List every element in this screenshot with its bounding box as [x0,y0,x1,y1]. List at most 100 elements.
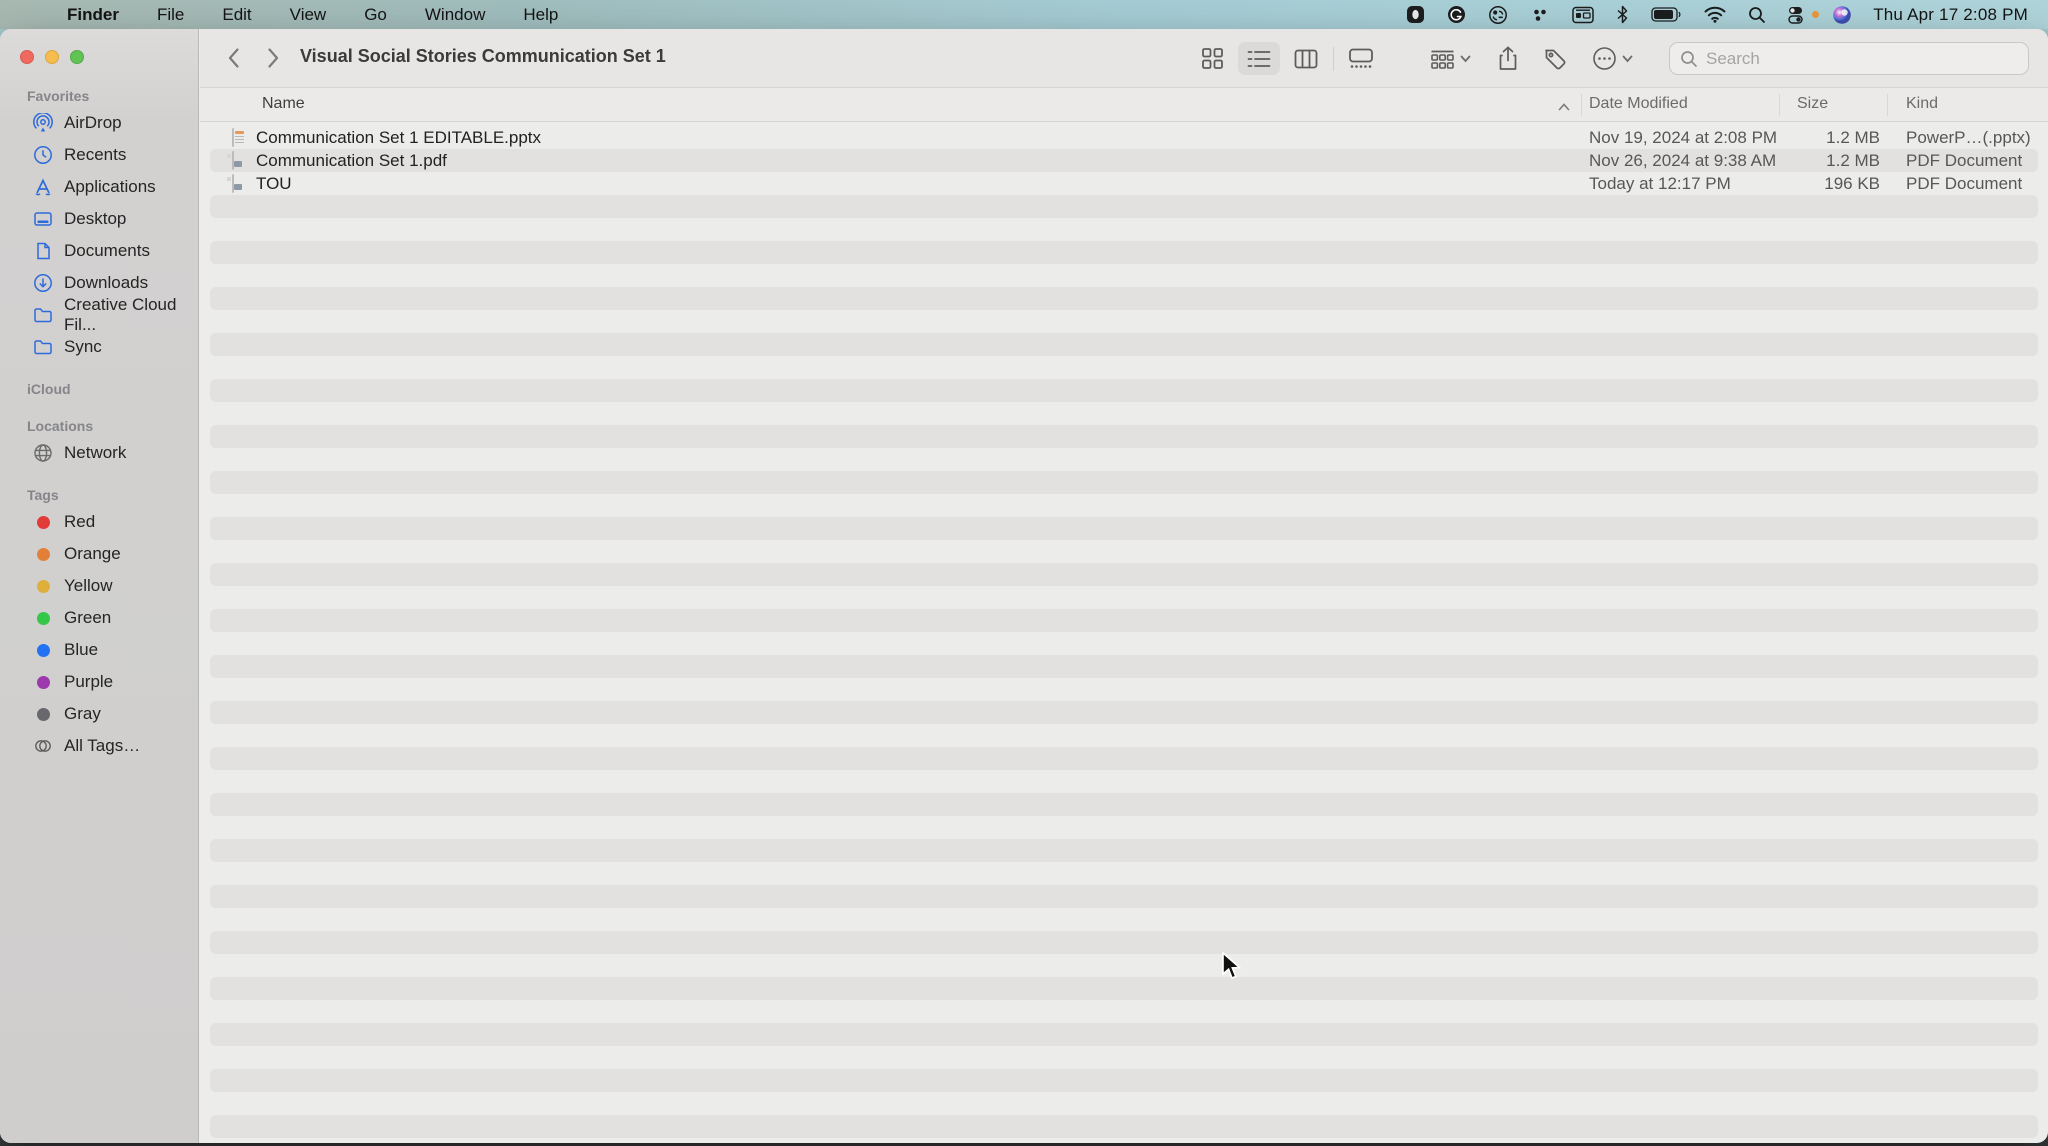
sidebar-item-airdrop[interactable]: AirDrop [8,107,190,139]
empty-row [200,379,2048,402]
sidebar-item-applications[interactable]: Applications [8,171,190,203]
keyboard-window-icon[interactable] [1561,0,1605,29]
menu-bar-clock[interactable]: Thu Apr 17 2:08 PM [1863,5,2034,25]
red-tag-icon [33,512,53,532]
sidebar-item-tag-yellow[interactable]: Yellow [8,570,190,602]
empty-row [200,885,2048,908]
column-header-size[interactable]: Size [1797,95,1828,113]
sidebar-item-tag-gray[interactable]: Gray [8,698,190,730]
sidebar-item-network[interactable]: Network [8,437,190,469]
column-header-name[interactable]: Name [262,95,305,113]
sidebar-item-creative-cloud[interactable]: Creative Cloud Fil... [8,299,190,331]
dots-cluster-icon[interactable] [1519,0,1561,29]
spotlight-icon[interactable] [1737,0,1777,29]
empty-row [200,287,2048,310]
siri-icon[interactable] [1821,0,1863,29]
control-center-icon[interactable] [1777,0,1821,29]
search-field[interactable] [1669,42,2029,75]
apple-menu-icon[interactable] [14,14,48,16]
menu-file[interactable]: File [138,0,203,29]
empty-row [200,908,2048,931]
file-row[interactable]: Communication Set 1.pdf Nov 26, 2024 at … [200,149,2048,172]
section-title: Tags [0,484,198,506]
main-content: Visual Social Stories Communication Set … [200,29,2048,1143]
file-row[interactable]: Communication Set 1 EDITABLE.pptx Nov 19… [200,126,2048,149]
column-divider[interactable] [1581,94,1582,116]
group-button[interactable] [1418,42,1482,75]
toolbar: Visual Social Stories Communication Set … [200,29,2048,88]
puzzle-circle-icon[interactable] [1477,0,1519,29]
list-view-button[interactable] [1238,42,1280,75]
close-button[interactable] [20,50,34,64]
sidebar-item-desktop[interactable]: Desktop [8,203,190,235]
bluetooth-icon[interactable] [1605,0,1640,29]
empty-row [200,1000,2048,1023]
sidebar-item-tag-orange[interactable]: Orange [8,538,190,570]
stop-badge-icon[interactable] [1395,0,1436,29]
sidebar-item-recents[interactable]: Recents [8,139,190,171]
empty-row [200,724,2048,747]
file-name: Communication Set 1 EDITABLE.pptx [256,128,541,148]
purple-tag-icon [33,672,53,692]
tag-button[interactable] [1535,42,1575,75]
menu-edit[interactable]: Edit [203,0,270,29]
finder-window: Favorites AirDrop Recents Applications D… [0,29,2048,1143]
share-button[interactable] [1488,42,1528,75]
pdf-file-icon [232,152,247,170]
sidebar-item-label: Downloads [64,273,148,293]
minimize-button[interactable] [45,50,59,64]
sidebar-section-tags: Tags Red Orange Yellow Green [0,484,198,762]
sidebar-item-documents[interactable]: Documents [8,235,190,267]
menu-go[interactable]: Go [345,0,406,29]
menu-window[interactable]: Window [406,0,504,29]
icon-view-button[interactable] [1191,42,1233,75]
sidebar-item-tag-purple[interactable]: Purple [8,666,190,698]
grammarly-icon[interactable] [1436,0,1477,29]
sidebar-item-tag-blue[interactable]: Blue [8,634,190,666]
empty-row [200,1115,2048,1138]
empty-row [200,977,2048,1000]
back-button[interactable] [218,43,248,73]
zoom-button[interactable] [70,50,84,64]
column-divider[interactable] [1779,94,1780,116]
empty-row [200,1069,2048,1092]
file-row[interactable]: TOU Today at 12:17 PM 196 KB PDF Documen… [200,172,2048,195]
more-options-button[interactable] [1582,42,1642,75]
column-view-button[interactable] [1285,42,1327,75]
menu-finder[interactable]: Finder [48,0,138,29]
sidebar-item-tag-green[interactable]: Green [8,602,190,634]
sidebar-item-label: Documents [64,241,150,261]
column-header-kind[interactable]: Kind [1906,95,1938,113]
sidebar-item-label: Yellow [64,576,113,596]
list-header: Name Date Modified Size Kind [200,88,2048,122]
search-input[interactable] [1706,49,2018,69]
section-title: Locations [0,415,198,437]
menu-help[interactable]: Help [504,0,577,29]
gallery-view-button[interactable] [1340,42,1382,75]
menu-view[interactable]: View [271,0,346,29]
orange-tag-icon [33,544,53,564]
sidebar-item-all-tags[interactable]: All Tags… [8,730,190,762]
empty-row [200,678,2048,701]
column-divider[interactable] [1887,94,1888,116]
desktop: { "menu_bar": { "apple_logo": "", "items… [0,0,2048,1146]
empty-row [200,517,2048,540]
column-header-date-modified[interactable]: Date Modified [1589,95,1688,113]
empty-row [200,747,2048,770]
pdf-file-icon [232,175,247,193]
forward-button[interactable] [258,43,288,73]
file-date-modified: Today at 12:17 PM [1589,174,1731,194]
sidebar-section-icloud: iCloud [0,378,198,400]
folder-icon [33,305,53,325]
search-icon [1680,50,1698,68]
globe-icon [33,443,53,463]
file-name: Communication Set 1.pdf [256,151,447,171]
sidebar-item-tag-red[interactable]: Red [8,506,190,538]
battery-icon[interactable] [1640,0,1693,29]
wifi-icon[interactable] [1693,0,1737,29]
sidebar-section-favorites: Favorites AirDrop Recents Applications D… [0,85,198,363]
sidebar-item-sync[interactable]: Sync [8,331,190,363]
empty-row [200,448,2048,471]
file-size: 1.2 MB [1755,151,1880,171]
file-date-modified: Nov 19, 2024 at 2:08 PM [1589,128,1777,148]
